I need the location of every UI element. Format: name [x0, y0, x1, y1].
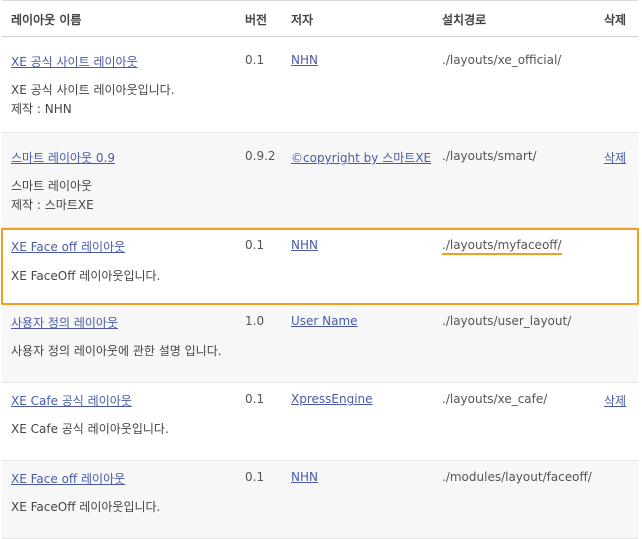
description-text: XE FaceOff 레이아웃입니다. [11, 500, 161, 514]
layout-description: XE Cafe 공식 레이아웃입니다. [11, 420, 169, 439]
column-header-path: 설치경로 [442, 13, 487, 27]
layout-name-link[interactable]: XE Face off 레이아웃 [11, 238, 125, 255]
table-row: XE Face off 레이아웃 0.1 NHN ./modules/layou… [2, 461, 638, 539]
layout-version: 0.1 [245, 392, 265, 406]
layout-name-link[interactable]: 스마트 레이아웃 0.9 [11, 149, 115, 166]
layout-name-link[interactable]: XE Cafe 공식 레이아웃 [11, 392, 132, 409]
layout-version: 0.9.2 [245, 149, 276, 163]
author-link[interactable]: ©copyright by 스마트XE [291, 149, 431, 166]
column-header-author: 저자 [291, 13, 314, 27]
column-header-version: 버전 [245, 13, 268, 27]
column-header-delete: 삭제 [604, 13, 627, 27]
layout-version: 1.0 [245, 314, 265, 328]
author-link[interactable]: XpressEngine [291, 392, 373, 406]
install-path: ./layouts/myfaceoff/ [442, 238, 562, 255]
install-path-text: ./layouts/myfaceoff/ [442, 238, 562, 255]
layout-version: 0.1 [245, 238, 265, 252]
install-path: ./layouts/xe_cafe/ [442, 392, 548, 406]
table-header: 레이아웃 이름 버전 저자 설치경로 삭제 [2, 0, 638, 37]
layout-name-link[interactable]: XE Face off 레이아웃 [11, 470, 125, 487]
delete-button[interactable]: 삭제 [604, 392, 626, 409]
layout-description: XE 공식 사이트 레이아웃입니다. 제작 : NHN [11, 81, 175, 119]
install-path: ./modules/layout/faceoff/ [442, 470, 592, 484]
maker-text: 제작 : NHN [11, 102, 72, 116]
table-row: 스마트 레이아웃 0.9 0.9.2 ©copyright by 스마트XE .… [2, 133, 638, 228]
description-text: 스마트 레이아웃 [11, 179, 93, 193]
layout-name-link[interactable]: XE 공식 사이트 레이아웃 [11, 53, 138, 70]
delete-button[interactable]: 삭제 [604, 149, 626, 166]
author-link[interactable]: NHN [291, 470, 318, 484]
layout-table: 레이아웃 이름 버전 저자 설치경로 삭제 XE 공식 사이트 레이아웃 0.1… [1, 0, 639, 539]
table-row: XE 공식 사이트 레이아웃 0.1 NHN ./layouts/xe_offi… [2, 37, 638, 133]
description-text: XE 공식 사이트 레이아웃입니다. [11, 83, 175, 97]
layout-version: 0.1 [245, 53, 265, 67]
description-text: XE FaceOff 레이아웃입니다. [11, 269, 161, 283]
layout-description: XE FaceOff 레이아웃입니다. [11, 498, 160, 517]
install-path: ./layouts/smart/ [442, 149, 537, 163]
description-text: 사용자 정의 레이아웃에 관한 설명 입니다. [11, 344, 222, 358]
table-row-selected: XE Face off 레이아웃 0.1 NHN ./layouts/myfac… [1, 228, 639, 305]
maker-text: 제작 : 스마트XE [11, 198, 94, 212]
install-path: ./layouts/xe_official/ [442, 53, 562, 67]
description-text: XE Cafe 공식 레이아웃입니다. [11, 422, 169, 436]
table-row: XE Cafe 공식 레이아웃 0.1 XpressEngine ./layou… [2, 383, 638, 461]
column-header-name: 레이아웃 이름 [11, 13, 82, 27]
layout-description: 사용자 정의 레이아웃에 관한 설명 입니다. [11, 342, 222, 361]
table-row: 사용자 정의 레이아웃 1.0 User Name ./layouts/user… [2, 305, 638, 383]
author-link[interactable]: NHN [291, 53, 318, 67]
layout-description: XE FaceOff 레이아웃입니다. [11, 267, 160, 286]
author-link[interactable]: User Name [291, 314, 358, 328]
layout-name-link[interactable]: 사용자 정의 레이아웃 [11, 314, 118, 331]
layout-description: 스마트 레이아웃 제작 : 스마트XE [11, 177, 94, 215]
author-link[interactable]: NHN [291, 238, 318, 252]
layout-version: 0.1 [245, 470, 265, 484]
install-path: ./layouts/user_layout/ [442, 314, 572, 328]
